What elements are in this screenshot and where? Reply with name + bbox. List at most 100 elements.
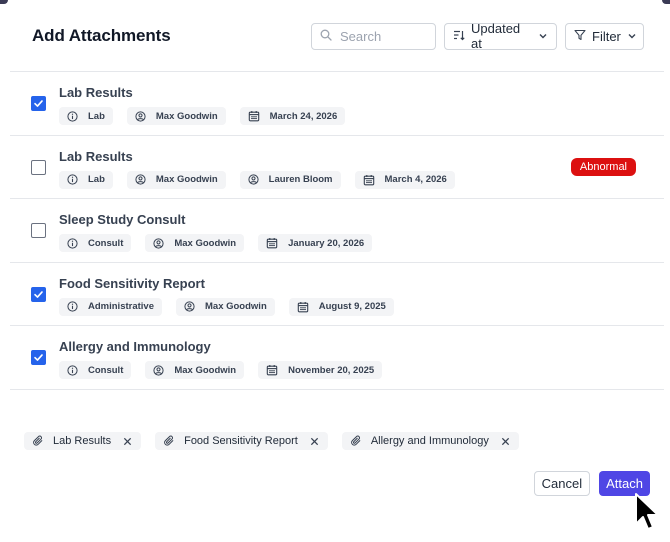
calendar-icon [297,301,309,313]
list-item: Sleep Study Consult Consult Max Goodwin Jan… [10,199,664,263]
selected-attachment-chip: Lab Results [24,432,142,450]
type-label: Consult [88,237,124,249]
row-checkbox[interactable] [31,350,46,366]
person-chip: Max Goodwin [176,297,275,316]
calendar-icon [266,364,278,376]
user-icon [135,110,146,122]
status-badge: Abnormal [570,157,636,176]
paperclip-icon [33,435,44,447]
check-icon [33,352,44,363]
row-checkbox[interactable] [31,159,46,175]
cancel-button[interactable]: Cancel [533,471,591,496]
search-placeholder: Search [340,28,382,44]
person-name: Max Goodwin [205,301,267,313]
search-icon [320,29,332,44]
selected-attachment-chip: Allergy and Immunology [341,432,519,450]
date-chip: March 24, 2026 [239,107,346,125]
selected-attachment-chip: Food Sensitivity Report [155,432,328,450]
row-title: Lab Results [59,148,133,164]
attachment-list: Lab Results Lab Max Goodwin March 24, 2026 L… [10,71,664,390]
filter-label: Filter [592,28,621,44]
sort-icon [453,29,465,44]
filter-icon [574,29,586,44]
row-meta: Consult Max Goodwin November 20, 2025 [59,361,383,380]
date-label: March 4, 2026 [384,174,447,186]
date-chip: January 20, 2026 [258,234,373,253]
selected-attachment-label: Food Sensitivity Report [184,435,298,447]
type-label: Consult [88,364,124,376]
list-item: Allergy and Immunology Consult Max Goodwin… [10,326,664,390]
chevron-down-icon [538,29,548,44]
sort-label: Updated at [471,21,521,51]
sort-button[interactable]: Updated at [444,21,557,51]
person-name: Max Goodwin [155,110,218,122]
row-title: Allergy and Immunology [59,339,211,355]
search-input[interactable]: Search [311,22,436,50]
selected-attachment-label: Lab Results [53,435,112,447]
row-title: Sleep Study Consult [59,212,186,228]
person-chip: Max Goodwin [145,234,245,253]
close-icon[interactable] [501,437,510,446]
calendar-icon [363,174,375,186]
check-icon [33,98,44,109]
check-icon [33,289,44,300]
type-chip: Consult [59,361,132,380]
type-chip: Consult [59,234,132,253]
selected-attachments: Lab Results Food Sensitivity Report Allerg… [24,432,519,450]
info-icon [67,301,78,312]
person-chip: Max Goodwin [126,107,226,125]
row-checkbox[interactable] [31,223,46,239]
header-controls: Search Updated at Filter [311,21,644,51]
user-icon [153,238,164,249]
row-checkbox[interactable] [31,96,46,111]
list-item: Lab Results Lab Max Goodwin Lauren Bloom Mar… [10,136,664,200]
info-icon [67,365,78,376]
calendar-icon [266,237,278,249]
date-label: August 9, 2025 [318,301,386,313]
person-name: Max Goodwin [155,174,218,186]
user-icon [184,301,195,312]
type-chip: Administrative [59,297,162,316]
user-icon [135,174,146,185]
type-label: Lab [88,174,105,186]
date-chip: August 9, 2025 [288,297,394,316]
selected-attachment-label: Allergy and Immunology [370,435,489,447]
mouse-pointer-icon [634,492,662,541]
user-icon [153,365,164,376]
list-item: Lab Results Lab Max Goodwin March 24, 2026 [10,72,664,136]
row-meta: Administrative Max Goodwin August 9, 2025 [59,297,394,316]
paperclip-icon [350,435,362,447]
person-chip: Max Goodwin [145,361,245,380]
dialog-actions: Cancel Attach [533,471,650,496]
close-icon[interactable] [123,437,132,446]
info-icon [67,110,78,122]
type-chip: Lab [59,170,113,189]
date-chip: March 4, 2026 [354,170,455,189]
person-name: Max Goodwin [174,364,237,376]
person-name: Max Goodwin [174,237,237,249]
list-item: Food Sensitivity Report Administrative Max… [10,263,664,327]
date-label: November 20, 2025 [288,364,375,376]
info-icon [67,174,78,185]
type-label: Lab [88,110,105,122]
row-checkbox[interactable] [31,286,46,302]
chevron-down-icon [627,29,637,44]
dialog-title: Add Attachments [32,26,171,45]
row-meta: Lab Max Goodwin Lauren Bloom March 4, 2026 [59,170,455,189]
date-label: March 24, 2026 [269,110,338,122]
row-title: Food Sensitivity Report [59,275,205,291]
filter-button[interactable]: Filter [565,22,644,50]
row-meta: Consult Max Goodwin January 20, 2026 [59,234,373,253]
dialog-header: Add Attachments Search Updated at Filter [0,0,670,72]
person-chip: Max Goodwin [126,170,226,189]
type-label: Administrative [88,301,154,313]
close-icon[interactable] [310,437,319,446]
person-chip: Lauren Bloom [239,170,341,189]
row-title: Lab Results [59,85,133,100]
paperclip-icon [164,435,175,447]
user-icon [248,174,259,185]
calendar-icon [248,110,260,122]
date-label: January 20, 2026 [288,237,365,249]
type-chip: Lab [59,107,113,125]
info-icon [67,238,78,249]
